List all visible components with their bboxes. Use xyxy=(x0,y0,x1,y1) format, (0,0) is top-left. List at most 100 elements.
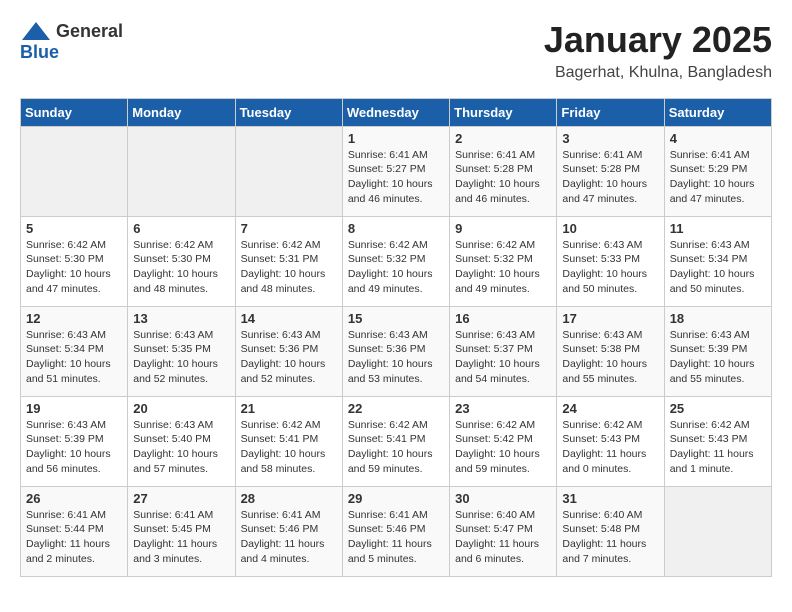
header-day-monday: Monday xyxy=(128,98,235,126)
day-info: Sunrise: 6:43 AM Sunset: 5:38 PM Dayligh… xyxy=(562,328,658,387)
day-number: 22 xyxy=(348,401,444,416)
day-info: Sunrise: 6:43 AM Sunset: 5:33 PM Dayligh… xyxy=(562,238,658,297)
calendar-cell: 12 Sunrise: 6:43 AM Sunset: 5:34 PM Dayli… xyxy=(21,306,128,396)
day-info: Sunrise: 6:42 AM Sunset: 5:41 PM Dayligh… xyxy=(241,418,337,477)
header-day-friday: Friday xyxy=(557,98,664,126)
day-info: Sunrise: 6:43 AM Sunset: 5:36 PM Dayligh… xyxy=(348,328,444,387)
day-info: Sunrise: 6:41 AM Sunset: 5:27 PM Dayligh… xyxy=(348,148,444,207)
logo-blue: Blue xyxy=(20,42,59,62)
calendar-cell: 27 Sunrise: 6:41 AM Sunset: 5:45 PM Dayli… xyxy=(128,486,235,576)
day-number: 13 xyxy=(133,311,229,326)
header-day-sunday: Sunday xyxy=(21,98,128,126)
logo-icon xyxy=(20,20,52,42)
day-info: Sunrise: 6:42 AM Sunset: 5:41 PM Dayligh… xyxy=(348,418,444,477)
day-number: 19 xyxy=(26,401,122,416)
calendar-cell: 20Sunrise: 6:43 AM Sunset: 5:40 PM Dayli… xyxy=(128,396,235,486)
day-info: Sunrise: 6:41 AM Sunset: 5:28 PM Dayligh… xyxy=(455,148,551,207)
calendar-cell: 16 Sunrise: 6:43 AM Sunset: 5:37 PM Dayli… xyxy=(450,306,557,396)
calendar-cell: 8Sunrise: 6:42 AM Sunset: 5:32 PM Daylig… xyxy=(342,216,449,306)
day-info: Sunrise: 6:42 AM Sunset: 5:30 PM Dayligh… xyxy=(133,238,229,297)
day-info: Sunrise: 6:43 AM Sunset: 5:40 PM Dayligh… xyxy=(133,418,229,477)
day-info: Sunrise: 6:42 AM Sunset: 5:32 PM Dayligh… xyxy=(455,238,551,297)
day-info: Sunrise: 6:43 AM Sunset: 5:34 PM Dayligh… xyxy=(26,328,122,387)
calendar-cell: 31 Sunrise: 6:40 AM Sunset: 5:48 PM Dayli… xyxy=(557,486,664,576)
calendar-cell xyxy=(128,126,235,216)
day-info: Sunrise: 6:43 AM Sunset: 5:35 PM Dayligh… xyxy=(133,328,229,387)
calendar-cell: 10Sunrise: 6:43 AM Sunset: 5:33 PM Dayli… xyxy=(557,216,664,306)
day-info: Sunrise: 6:42 AM Sunset: 5:31 PM Dayligh… xyxy=(241,238,337,297)
week-row-4: 19Sunrise: 6:43 AM Sunset: 5:39 PM Dayli… xyxy=(21,396,772,486)
day-info: Sunrise: 6:40 AM Sunset: 5:48 PM Dayligh… xyxy=(562,508,658,567)
title-block: January 2025 Bagerhat, Khulna, Banglades… xyxy=(544,20,772,82)
day-number: 28 xyxy=(241,491,337,506)
logo: General Blue xyxy=(20,20,123,63)
week-row-2: 5 Sunrise: 6:42 AM Sunset: 5:30 PM Daylig… xyxy=(21,216,772,306)
page-header: General Blue January 2025 Bagerhat, Khul… xyxy=(20,20,772,82)
day-info: Sunrise: 6:42 AM Sunset: 5:42 PM Dayligh… xyxy=(455,418,551,477)
calendar-body: 1 Sunrise: 6:41 AM Sunset: 5:27 PM Daylig… xyxy=(21,126,772,576)
calendar-cell: 6 Sunrise: 6:42 AM Sunset: 5:30 PM Daylig… xyxy=(128,216,235,306)
calendar-subtitle: Bagerhat, Khulna, Bangladesh xyxy=(544,64,772,82)
header-day-tuesday: Tuesday xyxy=(235,98,342,126)
day-number: 21 xyxy=(241,401,337,416)
day-number: 5 xyxy=(26,221,122,236)
day-info: Sunrise: 6:43 AM Sunset: 5:37 PM Dayligh… xyxy=(455,328,551,387)
calendar-cell: 25Sunrise: 6:42 AM Sunset: 5:43 PM Dayli… xyxy=(664,396,771,486)
calendar-cell: 13 Sunrise: 6:43 AM Sunset: 5:35 PM Dayli… xyxy=(128,306,235,396)
week-row-1: 1 Sunrise: 6:41 AM Sunset: 5:27 PM Daylig… xyxy=(21,126,772,216)
calendar-cell: 7 Sunrise: 6:42 AM Sunset: 5:31 PM Daylig… xyxy=(235,216,342,306)
header-day-wednesday: Wednesday xyxy=(342,98,449,126)
day-number: 26 xyxy=(26,491,122,506)
calendar-cell: 4 Sunrise: 6:41 AM Sunset: 5:29 PM Daylig… xyxy=(664,126,771,216)
calendar-title: January 2025 xyxy=(544,20,772,60)
calendar-cell: 11Sunrise: 6:43 AM Sunset: 5:34 PM Dayli… xyxy=(664,216,771,306)
calendar-cell: 19Sunrise: 6:43 AM Sunset: 5:39 PM Dayli… xyxy=(21,396,128,486)
calendar-cell: 9Sunrise: 6:42 AM Sunset: 5:32 PM Daylig… xyxy=(450,216,557,306)
calendar-cell: 28 Sunrise: 6:41 AM Sunset: 5:46 PM Dayli… xyxy=(235,486,342,576)
day-number: 1 xyxy=(348,131,444,146)
calendar-cell: 2Sunrise: 6:41 AM Sunset: 5:28 PM Daylig… xyxy=(450,126,557,216)
calendar-cell: 18Sunrise: 6:43 AM Sunset: 5:39 PM Dayli… xyxy=(664,306,771,396)
calendar-cell: 29Sunrise: 6:41 AM Sunset: 5:46 PM Dayli… xyxy=(342,486,449,576)
day-number: 11 xyxy=(670,221,766,236)
day-number: 6 xyxy=(133,221,229,236)
day-info: Sunrise: 6:43 AM Sunset: 5:36 PM Dayligh… xyxy=(241,328,337,387)
calendar-cell: 23 Sunrise: 6:42 AM Sunset: 5:42 PM Dayli… xyxy=(450,396,557,486)
day-number: 18 xyxy=(670,311,766,326)
day-number: 4 xyxy=(670,131,766,146)
day-number: 7 xyxy=(241,221,337,236)
logo-general: General xyxy=(56,21,123,41)
day-info: Sunrise: 6:42 AM Sunset: 5:30 PM Dayligh… xyxy=(26,238,122,297)
calendar-cell: 15Sunrise: 6:43 AM Sunset: 5:36 PM Dayli… xyxy=(342,306,449,396)
day-info: Sunrise: 6:41 AM Sunset: 5:28 PM Dayligh… xyxy=(562,148,658,207)
day-number: 14 xyxy=(241,311,337,326)
day-number: 17 xyxy=(562,311,658,326)
week-row-5: 26 Sunrise: 6:41 AM Sunset: 5:44 PM Dayli… xyxy=(21,486,772,576)
day-number: 23 xyxy=(455,401,551,416)
day-info: Sunrise: 6:40 AM Sunset: 5:47 PM Dayligh… xyxy=(455,508,551,567)
day-number: 31 xyxy=(562,491,658,506)
day-number: 16 xyxy=(455,311,551,326)
day-number: 12 xyxy=(26,311,122,326)
calendar-cell: 14 Sunrise: 6:43 AM Sunset: 5:36 PM Dayli… xyxy=(235,306,342,396)
day-number: 24 xyxy=(562,401,658,416)
day-number: 3 xyxy=(562,131,658,146)
calendar-cell xyxy=(21,126,128,216)
day-info: Sunrise: 6:41 AM Sunset: 5:45 PM Dayligh… xyxy=(133,508,229,567)
day-info: Sunrise: 6:41 AM Sunset: 5:29 PM Dayligh… xyxy=(670,148,766,207)
day-number: 27 xyxy=(133,491,229,506)
calendar-cell: 21 Sunrise: 6:42 AM Sunset: 5:41 PM Dayli… xyxy=(235,396,342,486)
day-number: 30 xyxy=(455,491,551,506)
day-info: Sunrise: 6:42 AM Sunset: 5:32 PM Dayligh… xyxy=(348,238,444,297)
calendar-cell: 3 Sunrise: 6:41 AM Sunset: 5:28 PM Daylig… xyxy=(557,126,664,216)
header-day-thursday: Thursday xyxy=(450,98,557,126)
calendar-cell xyxy=(664,486,771,576)
calendar-cell: 1 Sunrise: 6:41 AM Sunset: 5:27 PM Daylig… xyxy=(342,126,449,216)
calendar-cell: 22 Sunrise: 6:42 AM Sunset: 5:41 PM Dayli… xyxy=(342,396,449,486)
header-row: SundayMondayTuesdayWednesdayThursdayFrid… xyxy=(21,98,772,126)
day-info: Sunrise: 6:41 AM Sunset: 5:46 PM Dayligh… xyxy=(241,508,337,567)
calendar-cell xyxy=(235,126,342,216)
day-info: Sunrise: 6:41 AM Sunset: 5:46 PM Dayligh… xyxy=(348,508,444,567)
day-info: Sunrise: 6:41 AM Sunset: 5:44 PM Dayligh… xyxy=(26,508,122,567)
calendar-cell: 5 Sunrise: 6:42 AM Sunset: 5:30 PM Daylig… xyxy=(21,216,128,306)
